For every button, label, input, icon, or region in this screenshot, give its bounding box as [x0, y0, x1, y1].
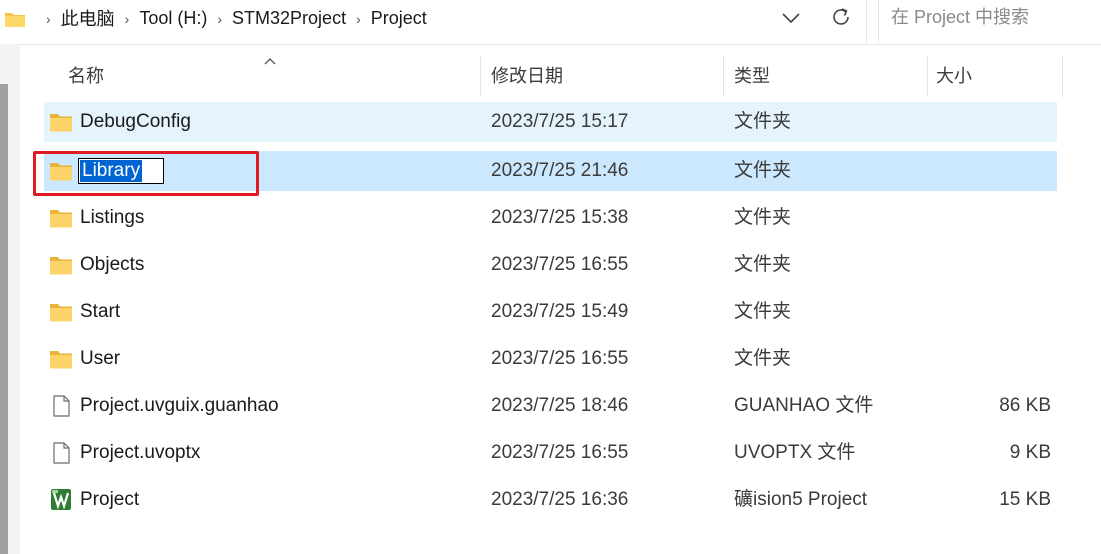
folder-icon: [50, 114, 72, 132]
column-header-type-label: 类型: [734, 66, 770, 86]
file-name: Start: [80, 301, 121, 322]
file-date: 2023/7/25 16:55: [491, 254, 629, 275]
file-date: 2023/7/25 15:17: [491, 111, 629, 132]
file-type: UVOPTX 文件: [734, 442, 856, 463]
file-type: 文件夹: [734, 160, 792, 181]
file-type: 文件夹: [734, 348, 792, 369]
file-row[interactable]: User 2023/7/25 16:55 文件夹: [44, 339, 1057, 379]
file-row[interactable]: Objects 2023/7/25 16:55 文件夹: [44, 245, 1057, 285]
file-name: User: [80, 348, 121, 369]
file-date: 2023/7/25 18:46: [491, 395, 629, 416]
file-date: 2023/7/25 15:38: [491, 207, 629, 228]
column-header-size-label: 大小: [936, 66, 972, 86]
navigation-scrollbar[interactable]: [0, 84, 8, 554]
chevron-down-icon: [782, 13, 800, 24]
file-size: 86 KB: [999, 395, 1051, 416]
file-name: Listings: [80, 207, 145, 228]
file-icon: [53, 395, 70, 417]
file-name: Project.uvoptx: [80, 442, 201, 463]
address-bar[interactable]: › 此电脑 › Tool (H:) › STM32Project › Proje…: [0, 0, 867, 43]
column-headers: 名称 修改日期 类型 大小: [44, 56, 1064, 96]
file-name: Project.uvguix.guanhao: [80, 395, 279, 416]
column-header-date-label: 修改日期: [491, 66, 563, 86]
file-icon: [53, 442, 70, 464]
file-row[interactable]: Listings 2023/7/25 15:38 文件夹: [44, 198, 1057, 238]
file-type: 文件夹: [734, 301, 792, 322]
chevron-right-icon[interactable]: ›: [356, 11, 361, 27]
refresh-button[interactable]: [828, 4, 854, 30]
file-type: 文件夹: [734, 111, 792, 132]
refresh-icon: [833, 8, 849, 25]
file-name: Project: [80, 489, 140, 510]
chevron-right-icon[interactable]: ›: [217, 11, 222, 27]
file-name: DebugConfig: [80, 111, 191, 132]
folder-icon: [50, 257, 72, 275]
breadcrumb-item-stm32project[interactable]: STM32Project: [232, 8, 346, 29]
file-type: GUANHAO 文件: [734, 395, 874, 416]
folder-icon: [5, 13, 25, 27]
column-header-type[interactable]: 类型: [724, 56, 928, 96]
file-date: 2023/7/25 15:49: [491, 301, 629, 322]
sort-ascending-icon: [264, 58, 276, 65]
file-name: Objects: [80, 254, 145, 275]
breadcrumb-item-this-pc[interactable]: 此电脑: [61, 5, 115, 31]
file-type: 文件夹: [734, 207, 792, 228]
column-header-date[interactable]: 修改日期: [481, 56, 724, 96]
file-type: 礦ision5 Project: [734, 489, 868, 510]
file-type: 文件夹: [734, 254, 792, 275]
file-size: 15 KB: [999, 489, 1051, 510]
folder-icon: [50, 304, 72, 322]
file-date: 2023/7/25 16:36: [491, 489, 629, 510]
file-date: 2023/7/25 16:55: [491, 348, 629, 369]
file-size: 9 KB: [1009, 442, 1051, 463]
column-header-name[interactable]: 名称: [44, 56, 481, 96]
search-box[interactable]: [878, 0, 1101, 43]
column-header-name-label: 名称: [68, 66, 104, 86]
folder-icon: [50, 210, 72, 228]
file-row[interactable]: Project 2023/7/25 16:36 礦ision5 Project …: [44, 480, 1057, 520]
file-row[interactable]: Project.uvguix.guanhao 2023/7/25 18:46 G…: [44, 386, 1057, 426]
breadcrumb-item-drive[interactable]: Tool (H:): [139, 8, 207, 29]
toolbar: › 此电脑 › Tool (H:) › STM32Project › Proje…: [0, 0, 1101, 45]
file-date: 2023/7/25 16:55: [491, 442, 629, 463]
file-row[interactable]: Start 2023/7/25 15:49 文件夹: [44, 292, 1057, 332]
breadcrumb: › 此电脑 › Tool (H:) › STM32Project › Proje…: [36, 0, 427, 36]
column-header-size[interactable]: 大小: [928, 56, 1063, 96]
chevron-right-icon[interactable]: ›: [46, 11, 51, 27]
keil-project-icon: [51, 489, 71, 510]
file-row[interactable]: DebugConfig 2023/7/25 15:17 文件夹: [44, 102, 1057, 142]
file-date: 2023/7/25 21:46: [491, 160, 629, 181]
annotation-highlight-box: [33, 151, 259, 196]
chevron-right-icon[interactable]: ›: [125, 11, 130, 27]
navigation-pane: [0, 44, 20, 554]
search-input[interactable]: [889, 6, 1093, 29]
file-row[interactable]: Project.uvoptx 2023/7/25 16:55 UVOPTX 文件…: [44, 433, 1057, 473]
folder-icon: [50, 351, 72, 369]
breadcrumb-item-project[interactable]: Project: [371, 8, 427, 29]
address-history-button[interactable]: [778, 6, 804, 30]
